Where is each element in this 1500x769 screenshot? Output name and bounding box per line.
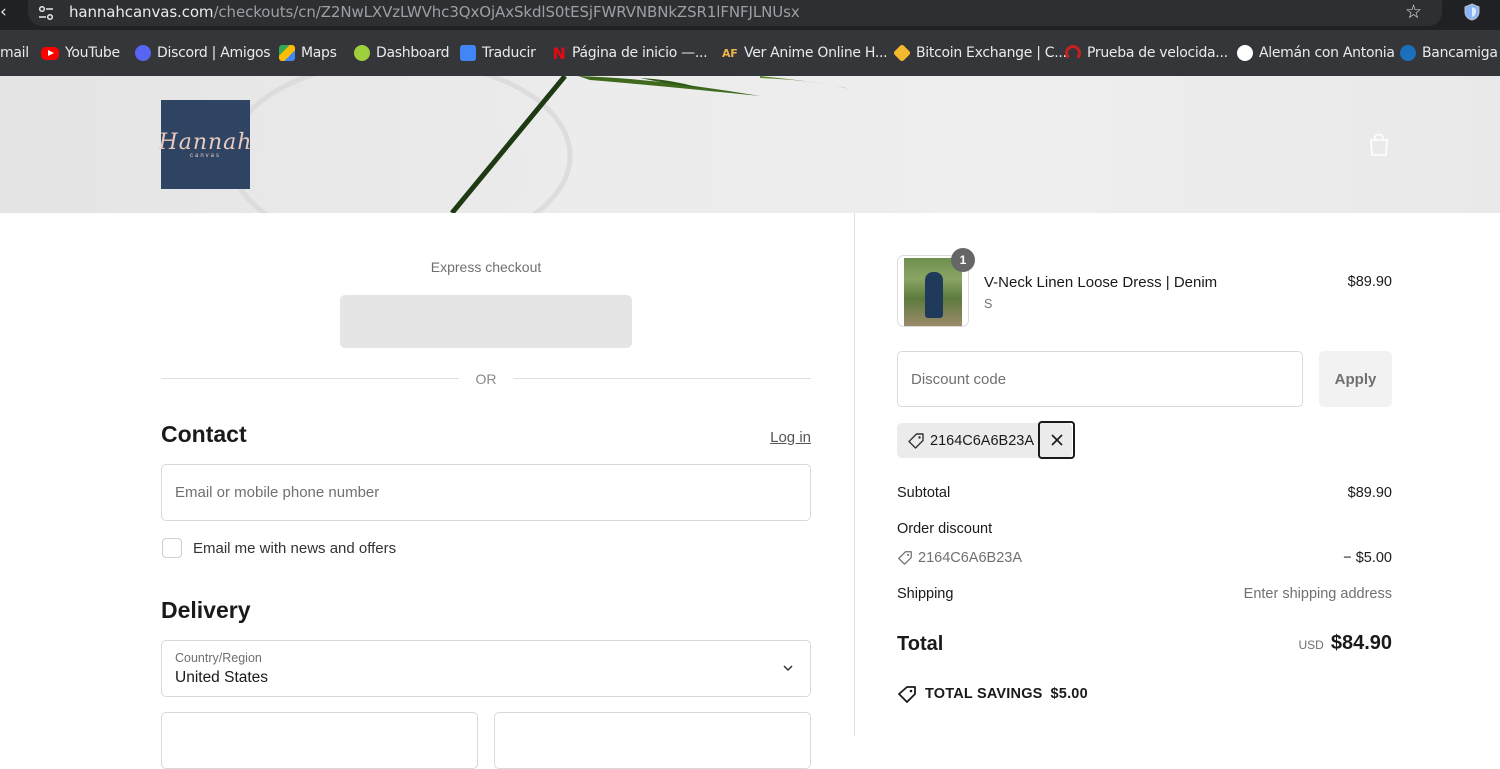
bookmark-bancamiga[interactable]: Bancamiga bbox=[1400, 44, 1498, 62]
bookmark-speedtest[interactable]: Prueba de velocida... bbox=[1065, 44, 1228, 62]
country-value: United States bbox=[175, 669, 269, 686]
bookmark-bitcoin[interactable]: Bitcoin Exchange | C... bbox=[892, 43, 1067, 63]
bookmark-netflix[interactable]: N Página de inicio —... bbox=[552, 43, 707, 63]
chevron-down-icon bbox=[783, 665, 793, 672]
bookmark-mail[interactable]: mail bbox=[0, 44, 29, 62]
newsletter-label: Email me with news and offers bbox=[193, 540, 397, 557]
animeflv-icon: AF bbox=[722, 46, 738, 60]
tag-icon bbox=[908, 432, 924, 449]
first-name-field[interactable] bbox=[161, 712, 478, 769]
order-discount-row: Order discount bbox=[897, 521, 1392, 537]
bookmark-traducir[interactable]: Traducir bbox=[460, 44, 536, 62]
bookmark-anime[interactable]: AF Ver Anime Online H... bbox=[722, 44, 888, 62]
logo-subtext: canvas bbox=[189, 153, 221, 159]
login-link[interactable]: Log in bbox=[770, 429, 811, 446]
email-field[interactable] bbox=[161, 464, 811, 521]
shipping-value: Enter shipping address bbox=[1243, 586, 1392, 602]
total-amount-group: USD $84.90 bbox=[1298, 632, 1392, 655]
savings-value: $5.00 bbox=[1050, 686, 1088, 702]
or-divider-right bbox=[513, 378, 811, 379]
discord-icon bbox=[135, 45, 151, 61]
product-variant: S bbox=[984, 297, 993, 311]
country-label: Country/Region bbox=[175, 651, 262, 665]
bookmark-dashboard[interactable]: Dashboard bbox=[354, 44, 450, 62]
speedtest-icon bbox=[1065, 45, 1081, 61]
bank-icon bbox=[1400, 45, 1416, 61]
total-amount: $84.90 bbox=[1330, 632, 1392, 654]
express-checkout-button[interactable] bbox=[340, 295, 632, 348]
browser-address-bar: ‹ hannahcanvas.com/checkouts/cn/Z2NwLXVz… bbox=[0, 0, 1500, 30]
discount-code-field[interactable] bbox=[897, 351, 1303, 407]
dress-figure bbox=[925, 272, 943, 318]
or-label: OR bbox=[475, 371, 497, 387]
netflix-icon: N bbox=[552, 43, 566, 63]
shield-extension-icon[interactable] bbox=[1463, 3, 1481, 21]
store-header-banner: Hannah canvas bbox=[0, 76, 1500, 213]
site-info-icon[interactable] bbox=[37, 5, 55, 21]
contact-heading: Contact bbox=[161, 421, 247, 447]
close-icon bbox=[1050, 434, 1063, 446]
back-arrow-icon[interactable]: ‹ bbox=[0, 2, 7, 22]
savings-label: TOTAL SAVINGS bbox=[925, 686, 1043, 702]
tag-icon bbox=[898, 551, 912, 565]
subtotal-value: $89.90 bbox=[1347, 485, 1392, 501]
remove-discount-button[interactable] bbox=[1038, 421, 1075, 459]
shipping-row: Shipping Enter shipping address bbox=[897, 586, 1392, 602]
order-discount-code-row: 2164C6A6B23A − $5.00 bbox=[897, 550, 1392, 566]
binance-icon bbox=[892, 43, 912, 63]
shopping-bag-icon[interactable] bbox=[1368, 133, 1390, 157]
applied-code-text: 2164C6A6B23A bbox=[930, 432, 1034, 449]
delivery-heading: Delivery bbox=[161, 597, 251, 623]
order-discount-code-text: 2164C6A6B23A bbox=[918, 550, 1022, 566]
bookmarks-bar: mail YouTube Discord | Amigos Maps Dashb… bbox=[0, 30, 1500, 76]
savings-tag-icon bbox=[898, 686, 916, 703]
bookmark-discord[interactable]: Discord | Amigos bbox=[135, 44, 271, 62]
store-logo[interactable]: Hannah canvas bbox=[158, 100, 253, 189]
dashboard-icon bbox=[354, 45, 370, 61]
translate-icon bbox=[460, 45, 476, 61]
total-label: Total bbox=[897, 633, 944, 655]
maps-icon bbox=[279, 45, 295, 61]
url-path: /checkouts/cn/Z2NwLXVzLWVhc3QxOjAxSkdlS0… bbox=[213, 3, 800, 21]
bookmark-star-icon[interactable]: ☆ bbox=[1405, 1, 1422, 23]
logo-text: Hannah bbox=[158, 130, 253, 155]
url-domain: hannahcanvas.com bbox=[69, 3, 214, 21]
order-discount-code: 2164C6A6B23A bbox=[897, 550, 1392, 566]
bookmark-aleman[interactable]: Alemán con Antonia bbox=[1237, 44, 1395, 62]
url-text[interactable]: hannahcanvas.com/checkouts/cn/Z2NwLXVzLW… bbox=[69, 3, 800, 21]
youtube-icon bbox=[41, 46, 59, 60]
bookmark-maps[interactable]: Maps bbox=[279, 44, 337, 62]
column-divider bbox=[854, 213, 855, 736]
quantity-badge: 1 bbox=[951, 248, 975, 272]
product-name: V-Neck Linen Loose Dress | Denim bbox=[984, 274, 1218, 291]
total-savings: TOTAL SAVINGS $5.00 bbox=[897, 685, 1088, 703]
express-checkout-label: Express checkout bbox=[430, 259, 542, 275]
order-discount-label: Order discount bbox=[897, 521, 993, 537]
subtotal-row: Subtotal $89.90 bbox=[897, 485, 1392, 501]
country-select[interactable]: Country/Region United States bbox=[161, 640, 811, 697]
order-discount-value: − $5.00 bbox=[1343, 550, 1392, 566]
bookmark-youtube[interactable]: YouTube bbox=[41, 44, 120, 62]
product-price: $89.90 bbox=[1347, 274, 1392, 290]
or-divider-left bbox=[161, 378, 459, 379]
newsletter-checkbox[interactable] bbox=[162, 538, 182, 558]
shipping-label: Shipping bbox=[897, 586, 954, 602]
apply-discount-button[interactable]: Apply bbox=[1319, 351, 1392, 407]
globe-icon bbox=[1237, 45, 1253, 61]
last-name-field[interactable] bbox=[494, 712, 811, 769]
subtotal-label: Subtotal bbox=[897, 485, 951, 501]
currency-code: USD bbox=[1298, 638, 1324, 652]
